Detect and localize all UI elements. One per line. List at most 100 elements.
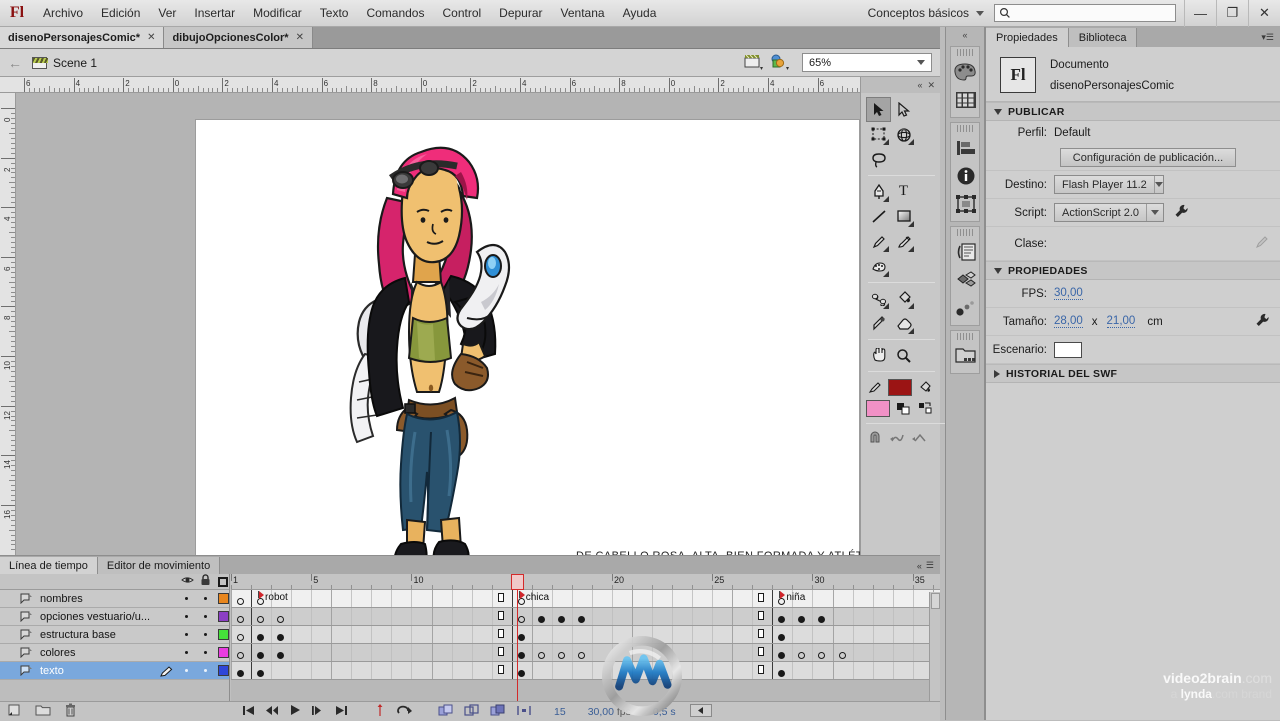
subselection-tool[interactable] <box>891 97 916 122</box>
empty-keyframe[interactable] <box>237 616 244 623</box>
document-settings-wrench-icon[interactable] <box>1255 313 1270 331</box>
keyframe[interactable] <box>537 616 545 623</box>
edit-multiple-frames-icon[interactable] <box>490 704 506 720</box>
layer-lock-dot[interactable] <box>204 651 207 654</box>
span-end-marker[interactable] <box>497 647 504 656</box>
span-end-marker[interactable] <box>497 611 504 620</box>
hand-tool[interactable] <box>866 343 891 368</box>
tamano-height-value[interactable]: 21,00 <box>1106 315 1136 328</box>
span-end-marker[interactable] <box>758 593 765 602</box>
stage-work-area[interactable]: DE CABELLO ROSA, ALTA, BIEN FORMADA Y AT… <box>16 93 860 555</box>
layer-outline-color[interactable] <box>218 629 229 640</box>
menu-ver[interactable]: Ver <box>149 0 185 27</box>
new-folder-icon[interactable] <box>35 704 51 719</box>
zoom-level-select[interactable]: 65% <box>802 53 932 72</box>
delete-layer-icon[interactable] <box>64 703 77 720</box>
menu-texto[interactable]: Texto <box>311 0 358 27</box>
snap-to-objects-icon[interactable] <box>866 430 884 446</box>
search-input[interactable] <box>994 4 1176 22</box>
free-transform-tool[interactable] <box>866 122 891 147</box>
empty-keyframe[interactable] <box>537 652 545 659</box>
paint-bucket-tool[interactable] <box>891 286 916 311</box>
keyframe[interactable] <box>517 634 525 641</box>
eyedropper-tool[interactable] <box>866 311 891 336</box>
swatches-icon[interactable] <box>951 86 981 114</box>
go-to-last-frame-icon[interactable] <box>335 705 348 719</box>
menu-insertar[interactable]: Insertar <box>185 0 244 27</box>
frame-row[interactable] <box>231 644 940 662</box>
workspace-switcher[interactable]: Conceptos básicos <box>858 6 994 20</box>
span-end-marker[interactable] <box>497 665 504 674</box>
smooth-icon[interactable] <box>888 430 906 446</box>
close-icon[interactable]: ✕ <box>147 32 155 43</box>
frame-grid[interactable]: robotchicaniñaluchador <box>231 590 940 700</box>
doc-tab-disenopersonajescomic[interactable]: disenoPersonajesComic* ✕ <box>0 27 165 48</box>
zoom-tool[interactable] <box>891 343 916 368</box>
center-frame-icon[interactable] <box>375 703 385 720</box>
stage-canvas[interactable]: DE CABELLO ROSA, ALTA, BIEN FORMADA Y AT… <box>195 119 860 555</box>
keyframe[interactable] <box>517 652 525 659</box>
layer-outline-color[interactable] <box>218 647 229 658</box>
edit-scene-icon[interactable] <box>744 53 766 73</box>
actions-icon[interactable] <box>951 238 981 266</box>
layer-lock-dot[interactable] <box>204 669 207 672</box>
close-icon[interactable]: ✕ <box>927 80 935 91</box>
fill-color-swatch[interactable] <box>866 400 890 417</box>
dock-collapse-icon[interactable]: « <box>946 27 984 42</box>
layer-outline-color[interactable] <box>218 611 229 622</box>
layer-visibility-dot[interactable] <box>185 651 188 654</box>
panel-menu-icon[interactable]: ☰ <box>926 560 934 571</box>
layer-lock-dot[interactable] <box>204 615 207 618</box>
scene-name-label[interactable]: Scene 1 <box>53 56 97 70</box>
dock-grip[interactable] <box>957 49 973 56</box>
keyframe[interactable] <box>257 634 265 641</box>
color-palette-icon[interactable] <box>951 58 981 86</box>
span-end-marker[interactable] <box>758 665 765 674</box>
empty-keyframe[interactable] <box>257 616 265 623</box>
menu-ventana[interactable]: Ventana <box>552 0 614 27</box>
menu-ayuda[interactable]: Ayuda <box>614 0 666 27</box>
transform-icon[interactable] <box>951 190 981 218</box>
lock-icon[interactable] <box>200 574 211 589</box>
step-back-icon[interactable] <box>265 705 279 719</box>
new-layer-icon[interactable] <box>8 704 22 720</box>
selection-tool[interactable] <box>866 97 891 122</box>
empty-keyframe[interactable] <box>577 652 585 659</box>
bone-tool[interactable] <box>866 286 891 311</box>
layer-row-opciones-vestuario-u---[interactable]: opciones vestuario/u... <box>0 608 229 626</box>
script-settings-wrench-icon[interactable] <box>1174 204 1189 222</box>
dock-grip[interactable] <box>957 333 973 340</box>
doc-tab-dibujoopcionescolor[interactable]: dibujoOpcionesColor* ✕ <box>164 27 313 48</box>
keyframe[interactable] <box>517 670 525 677</box>
keyframe[interactable] <box>257 670 265 677</box>
fps-value[interactable]: 30,00 <box>1054 287 1083 300</box>
layer-outline-color[interactable] <box>218 665 229 676</box>
menu-comandos[interactable]: Comandos <box>357 0 433 27</box>
stage-color-swatch[interactable] <box>1054 341 1082 358</box>
span-end-marker[interactable] <box>497 593 504 602</box>
empty-keyframe[interactable] <box>557 652 565 659</box>
straighten-icon[interactable] <box>910 430 928 446</box>
step-forward-icon[interactable] <box>311 705 325 719</box>
layer-visibility-dot[interactable] <box>185 615 188 618</box>
layer-visibility-dot[interactable] <box>185 669 188 672</box>
pencil-tool[interactable] <box>866 229 891 254</box>
brush-tool[interactable] <box>891 229 916 254</box>
keyframe[interactable] <box>577 616 585 623</box>
section-propiedades-header[interactable]: PROPIEDADES <box>986 261 1280 280</box>
frame-row[interactable] <box>231 608 940 626</box>
empty-keyframe[interactable] <box>237 634 244 641</box>
perfil-value[interactable]: Default <box>1054 127 1090 139</box>
character-artwork[interactable] <box>281 132 581 555</box>
pen-tool[interactable] <box>866 179 891 204</box>
empty-keyframe[interactable] <box>838 652 846 659</box>
empty-keyframe[interactable] <box>517 598 525 605</box>
dock-grip[interactable] <box>957 229 973 236</box>
empty-keyframe[interactable] <box>237 652 244 659</box>
menu-edicion[interactable]: Edición <box>92 0 149 27</box>
layer-lock-dot[interactable] <box>204 597 207 600</box>
minimize-button[interactable]: — <box>1184 0 1216 27</box>
menu-modificar[interactable]: Modificar <box>244 0 311 27</box>
menu-control[interactable]: Control <box>433 0 490 27</box>
modify-onion-markers-icon[interactable] <box>516 704 532 720</box>
